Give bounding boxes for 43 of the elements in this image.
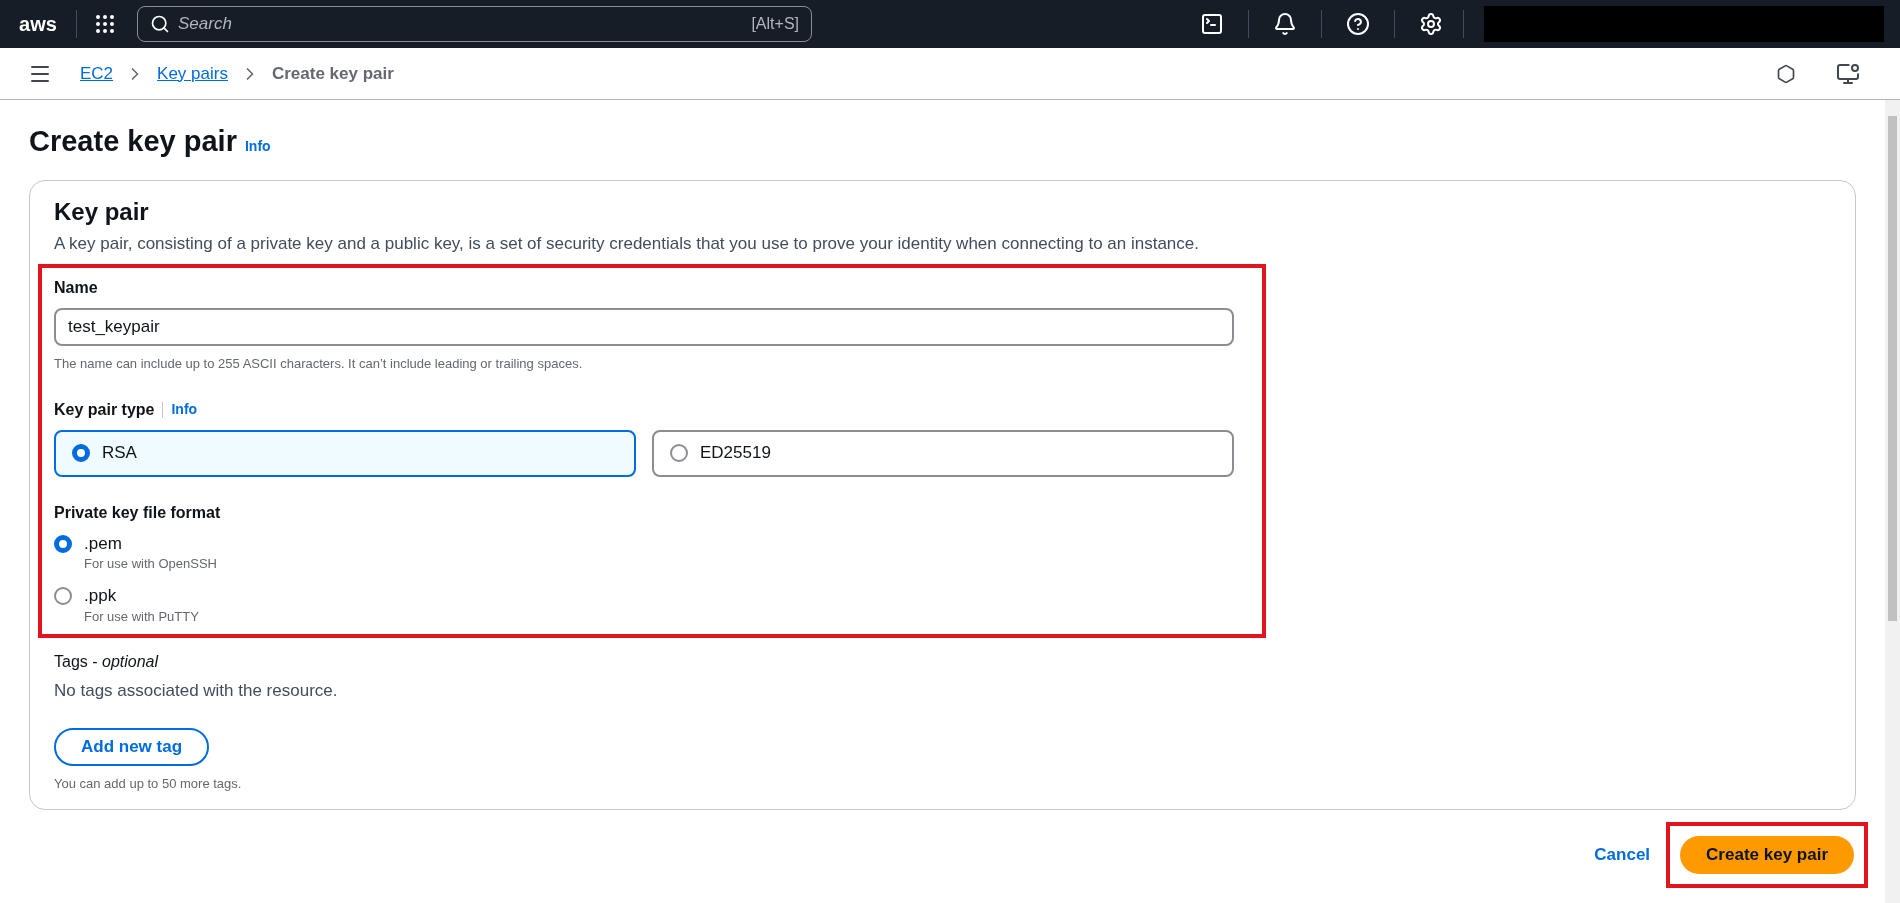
apps-grid-icon[interactable] (93, 12, 117, 36)
option-label: .ppk (84, 585, 118, 607)
add-tag-button[interactable]: Add new tag (54, 727, 210, 766)
radio-button[interactable] (54, 534, 72, 553)
hexagon-icon[interactable] (1776, 63, 1796, 84)
breadcrumb-link[interactable]: Key pairs (157, 60, 228, 87)
page-title: Create key pair (29, 124, 237, 159)
create-key-pair-button[interactable]: Create key pair (1680, 836, 1854, 874)
name-input[interactable]: test_keypair (54, 308, 1234, 346)
option-description: For use with OpenSSH (84, 554, 217, 573)
search-field[interactable]: Search (178, 11, 744, 37)
breadcrumb-link[interactable]: EC2 (80, 60, 114, 87)
field-label: Key pair type (54, 399, 155, 420)
field-hint: The name can include up to 255 ASCII characters. It can’t include leading or trailing spaces. (54, 355, 584, 373)
search-bar[interactable]: Search [Alt+S] (137, 6, 812, 42)
card-description: A key pair, consisting of a private key and a public key, is a set of security credentials that you use to prove your identity when connecting to an instance. (54, 232, 1200, 255)
radio-tile[interactable]: RSA (54, 429, 636, 477)
breadcrumb-current: Create key pair (271, 62, 394, 85)
field-label: Private key file format (54, 502, 222, 523)
monitor-icon[interactable] (1836, 61, 1860, 86)
card-title: Key pair (54, 196, 150, 227)
option-label: RSA (102, 442, 137, 465)
shortcut-hint: [Alt+S] (751, 14, 799, 34)
radio-button[interactable] (54, 587, 72, 606)
tags-empty-text: No tags associated with the resource. (54, 680, 339, 702)
cancel-link[interactable]: Cancel (1594, 842, 1651, 868)
radio-button[interactable] (72, 444, 90, 462)
radio-tile[interactable]: ED25519 (652, 429, 1234, 477)
tags-label: Tags - optional (54, 652, 160, 672)
notifications-icon[interactable] (1273, 12, 1297, 36)
option-description: For use with PuTTY (84, 607, 199, 626)
search-icon (150, 14, 170, 34)
help-icon[interactable] (1346, 12, 1370, 36)
settings-icon[interactable] (1419, 12, 1443, 36)
option-label: .pem (84, 532, 123, 554)
option-label: ED25519 (700, 442, 771, 465)
field-label: Name (54, 278, 99, 298)
aws-logo[interactable]: aws (16, 14, 60, 34)
info-link[interactable]: Info (244, 136, 271, 157)
info-link[interactable]: Info (171, 399, 198, 420)
terminal-icon[interactable] (1200, 12, 1224, 36)
tags-hint: You can add up to 50 more tags. (54, 774, 243, 793)
radio-button[interactable] (670, 444, 688, 462)
